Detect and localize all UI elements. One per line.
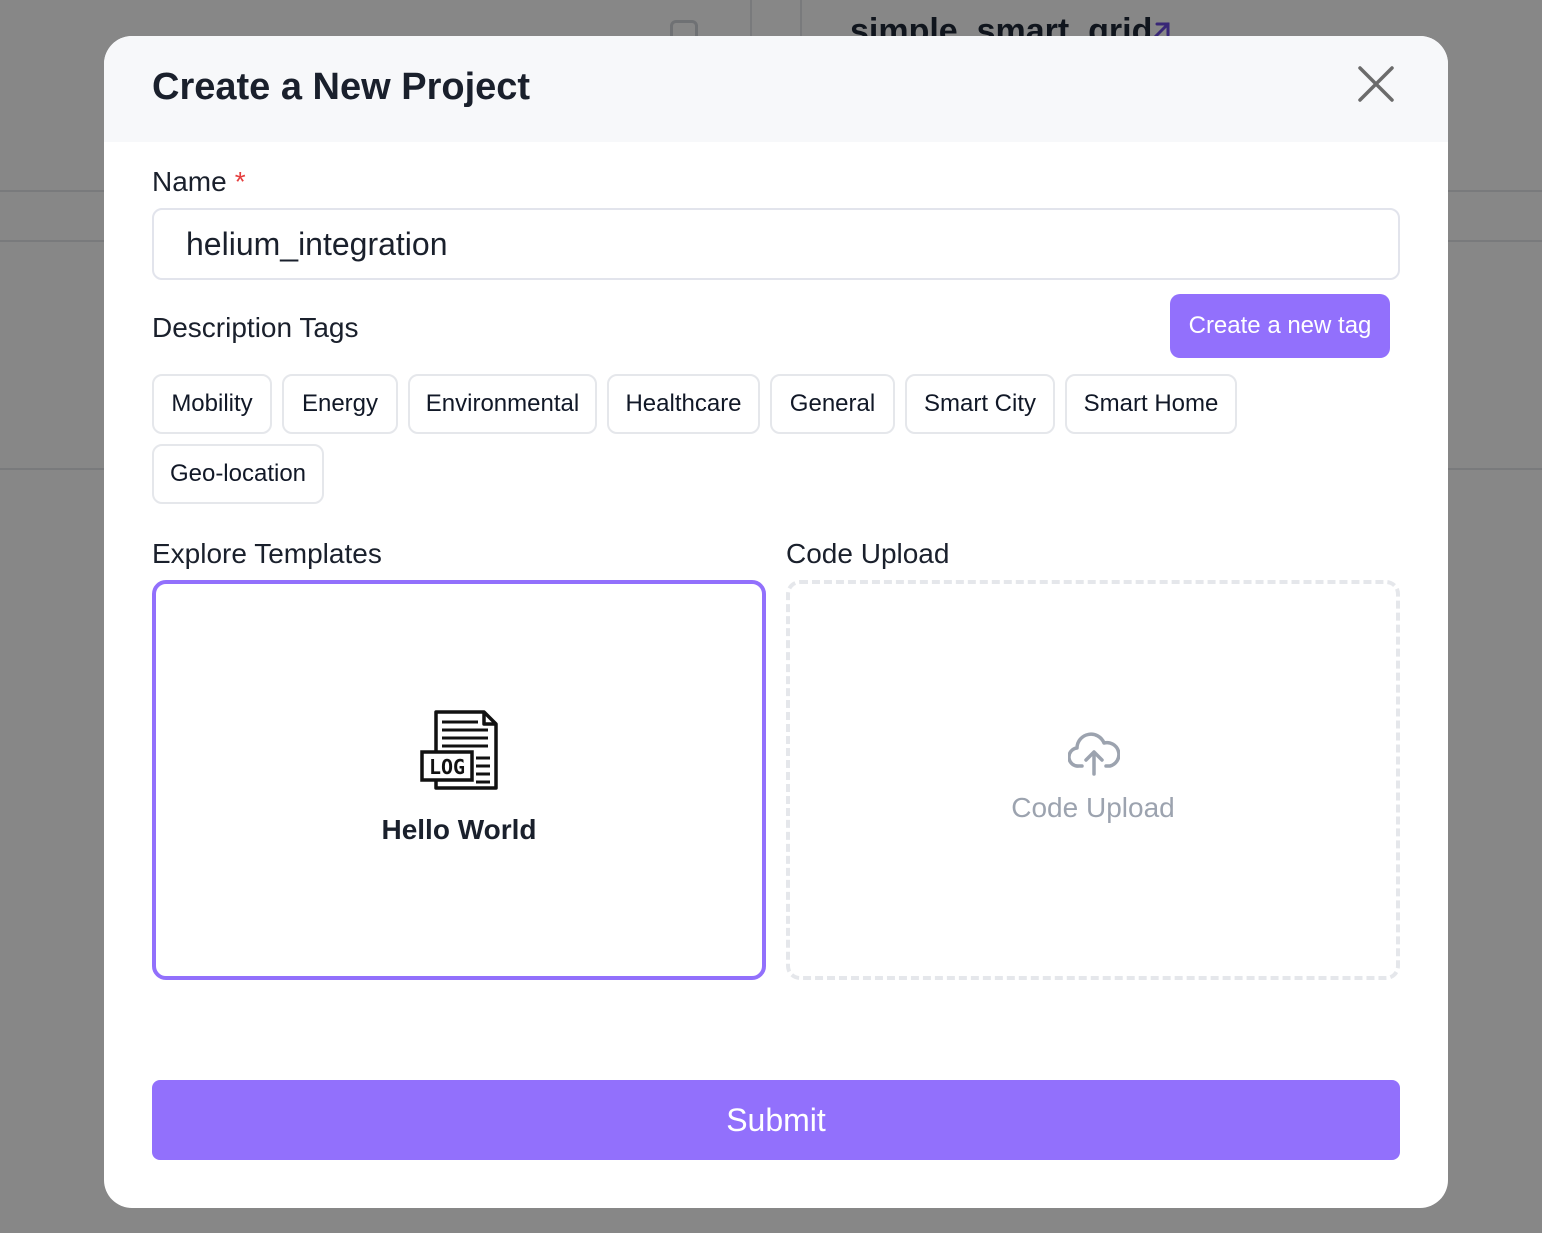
tag-geo-location[interactable]: Geo-location xyxy=(152,444,324,504)
submit-button[interactable]: Submit xyxy=(152,1080,1400,1160)
create-project-modal: Create a New Project Name* Description T… xyxy=(104,36,1448,1208)
create-new-tag-button[interactable]: Create a new tag xyxy=(1170,294,1390,358)
modal-header: Create a New Project xyxy=(104,36,1448,142)
tag-environmental[interactable]: Environmental xyxy=(408,374,597,434)
close-icon xyxy=(1358,66,1394,102)
close-button[interactable] xyxy=(1354,62,1398,106)
log-icon-text: LOG xyxy=(429,755,465,779)
tag-smart-home[interactable]: Smart Home xyxy=(1065,374,1237,434)
code-upload-label: Code Upload xyxy=(786,538,950,569)
tag-general[interactable]: General xyxy=(770,374,895,434)
project-name-input[interactable] xyxy=(152,208,1400,280)
required-marker: * xyxy=(234,166,246,197)
tag-energy[interactable]: Energy xyxy=(282,374,398,434)
cloud-upload-icon xyxy=(1068,732,1120,776)
tag-smart-city[interactable]: Smart City xyxy=(905,374,1055,434)
name-label: Name * xyxy=(152,166,246,197)
upload-card-label: Code Upload xyxy=(1011,792,1175,823)
tag-healthcare[interactable]: Healthcare xyxy=(607,374,760,434)
tag-mobility[interactable]: Mobility xyxy=(152,374,272,434)
explore-templates-label: Explore Templates xyxy=(152,538,382,569)
template-card-hello-world[interactable]: LOG Hello World xyxy=(152,580,766,980)
description-tags-label: Description Tags xyxy=(152,312,359,343)
log-file-icon: LOG xyxy=(420,710,498,790)
template-label: Hello World xyxy=(381,814,537,845)
code-upload-dropzone[interactable]: Code Upload xyxy=(786,580,1400,980)
modal-title: Create a New Project xyxy=(152,66,531,108)
